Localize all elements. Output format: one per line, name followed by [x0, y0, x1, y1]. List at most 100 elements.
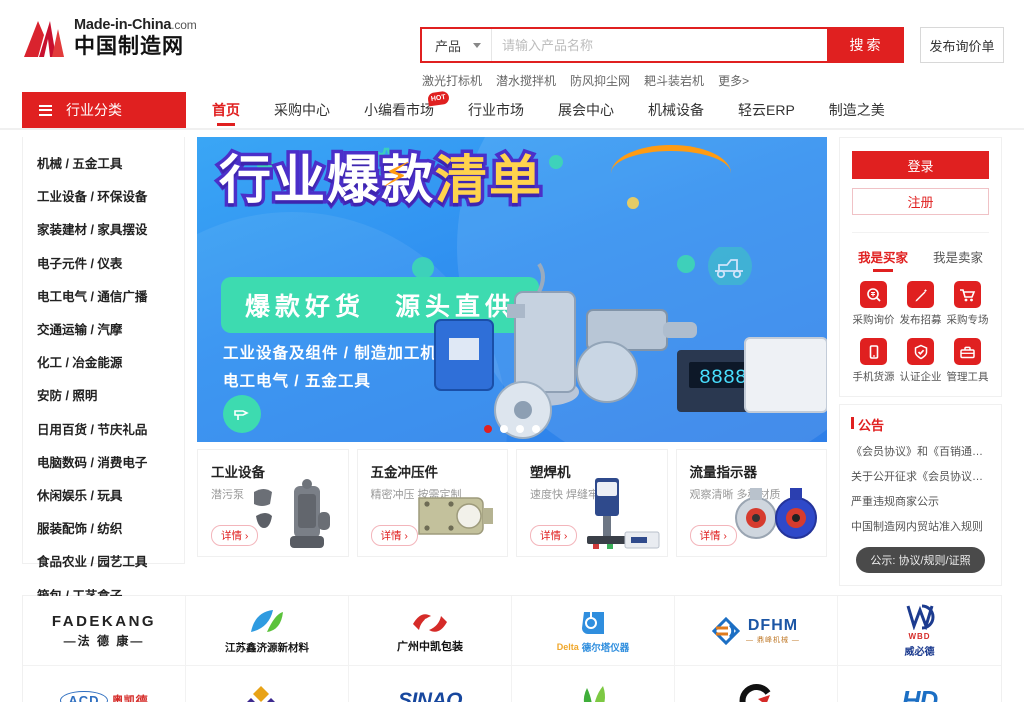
brand-cell-g-mark[interactable] [675, 666, 838, 702]
tile-purchase-zone[interactable]: 采购专场 [946, 281, 989, 327]
nav-item-home[interactable]: 首页 [210, 91, 242, 129]
brand-cell-dfhm[interactable]: DFHM — 鼎峰机械 — [675, 596, 838, 666]
nav-item-label: 展会中心 [558, 102, 614, 118]
chevron-down-icon [473, 42, 482, 48]
sidebar-item-machinery[interactable]: 机械 / 五金工具 [23, 146, 184, 179]
sidebar-item-food-agriculture[interactable]: 食品农业 / 园艺工具 [23, 544, 184, 577]
banner-product-illustration: 8888 [434, 262, 827, 439]
brand-cell-sinao[interactable]: SINAO [349, 666, 512, 702]
sidebar-item-computer-digital[interactable]: 电脑数码 / 消费电子 [23, 445, 184, 478]
main-nav: 行业分类 首页 采购中心 小编看市场 HOT 行业市场 展会中心 机械设备 轻云… [0, 90, 1024, 130]
brand-cell-wbd[interactable]: WBD 威必德 [838, 596, 1001, 666]
hero-banner[interactable]: 行业爆款清单 ⚡ 爆款好货 源头直供 工业设备及组件 / 制造加工机械 / 电工… [197, 137, 827, 442]
search-button[interactable]: 搜索 [829, 27, 904, 63]
brand-cell-green-leaf[interactable] [512, 666, 675, 702]
login-button[interactable]: 登录 [852, 151, 989, 179]
brand-cell-acd[interactable]: ACD 奥凯德 [23, 666, 186, 702]
brand-name-cn: 奥凯德 [111, 694, 148, 702]
brand-mark-g-icon [739, 683, 771, 702]
product-card[interactable]: 工业设备 潜污泵 详情 › [197, 449, 349, 557]
center-column: 行业爆款清单 ⚡ 爆款好货 源头直供 工业设备及组件 / 制造加工机械 / 电工… [197, 137, 827, 586]
site-logo[interactable]: Made-in-China.com 中国制造网 [22, 17, 197, 59]
brand-name-cn: — 鼎峰机械 — [746, 636, 800, 644]
brand-cell-chevron[interactable] [186, 666, 349, 702]
banner-decor-blob [549, 155, 563, 169]
product-card[interactable]: 流量指示器 观察清晰 多种材质 详情 › [675, 449, 827, 557]
product-card[interactable]: 五金冲压件 精密冲压 按需定制 详情 › [356, 449, 508, 557]
announcement-item[interactable]: 中国制造网内贸站准入规则 [851, 518, 990, 534]
brand-name-en: WBD [908, 631, 931, 641]
tile-label: 发布招募 [899, 314, 942, 326]
nav-item-purchase-center[interactable]: 采购中心 [272, 91, 332, 129]
brand-name-en: DFHM [747, 616, 799, 634]
nav-item-machinery[interactable]: 机械设备 [646, 91, 706, 129]
nav-item-editor-market[interactable]: 小编看市场 HOT [362, 90, 450, 129]
carousel-dot[interactable] [500, 425, 508, 433]
tab-buyer[interactable]: 我是买家 [858, 247, 908, 272]
brand-cell-hd[interactable]: HD [838, 666, 1001, 702]
sidebar-item-electrical[interactable]: 电工电气 / 通信广播 [23, 279, 184, 312]
hot-keyword[interactable]: 防风抑尘网 [570, 72, 630, 89]
shield-check-icon [907, 338, 934, 365]
announcement-item[interactable]: 《会员协议》和《百销通会员 [851, 443, 990, 459]
brand-mark-red-icon [413, 613, 447, 632]
nav-item-label: 首页 [212, 102, 240, 118]
brand-mark-blue-icon [582, 611, 604, 634]
nav-item-exhibition-center[interactable]: 展会中心 [556, 91, 616, 129]
nav-item-beauty-of-manufacturing[interactable]: 制造之美 [827, 91, 887, 129]
industry-category-button[interactable]: 行业分类 [22, 92, 186, 128]
brand-cell-delta[interactable]: Delta 德尔塔仪器 [512, 596, 675, 666]
logo-text-cn: 中国制造网 [74, 34, 184, 58]
product-image-pump [253, 479, 330, 548]
sidebar-item-building-materials[interactable]: 家装建材 / 家具摆设 [23, 212, 184, 245]
tile-certified-company[interactable]: 认证企业 [899, 338, 942, 384]
register-button[interactable]: 注册 [852, 188, 989, 215]
brand-mark-green-leaf-icon [583, 685, 605, 702]
sidebar-item-leisure-toys[interactable]: 休闲娱乐 / 玩具 [23, 478, 184, 511]
carousel-dot[interactable] [484, 425, 492, 433]
carousel-dots [484, 425, 540, 433]
sidebar-item-transportation[interactable]: 交通运输 / 汽摩 [23, 312, 184, 345]
sidebar-item-industrial-equipment[interactable]: 工业设备 / 环保设备 [23, 179, 184, 212]
brand-name-cn: 威必德 [904, 646, 935, 658]
sidebar-item-daily-goods[interactable]: 日用百货 / 节庆礼品 [23, 412, 184, 445]
publish-inquiry-button[interactable]: 发布询价单 [920, 27, 1004, 63]
svg-text:8888: 8888 [699, 367, 747, 390]
brand-cell-zhongkai[interactable]: 广州中凯包装 [349, 596, 512, 666]
announcement-item[interactable]: 关于公开征求《会员协议（征 [851, 468, 990, 484]
sidebar-item-chemicals[interactable]: 化工 / 冶金能源 [23, 345, 184, 378]
nav-item-qingyun-erp[interactable]: 轻云ERP [736, 91, 797, 129]
tile-publish-recruit[interactable]: 发布招募 [899, 281, 942, 327]
sidebar-item-security-lighting[interactable]: 安防 / 照明 [23, 378, 184, 411]
carousel-dot[interactable] [516, 425, 524, 433]
hot-keyword[interactable]: 潜水搅拌机 [496, 72, 556, 89]
sidebar-item-apparel-textile[interactable]: 服装配饰 / 纺织 [23, 511, 184, 544]
role-tabs: 我是买家 我是卖家 [852, 232, 989, 272]
tile-mobile-supply[interactable]: 手机货源 [852, 338, 895, 384]
nav-item-label: 采购中心 [274, 102, 330, 118]
tile-management-tool[interactable]: 管理工具 [946, 338, 989, 384]
carousel-dot[interactable] [532, 425, 540, 433]
hot-keyword[interactable]: 耙斗装岩机 [644, 72, 704, 89]
sidebar-item-electronic-components[interactable]: 电子元件 / 仪表 [23, 246, 184, 279]
tile-purchase-inquiry[interactable]: 采购询价 [852, 281, 895, 327]
search-category-select[interactable]: 产品 [422, 29, 493, 61]
brand-cell-xinjiyuan[interactable]: 江苏鑫济源新材料 [186, 596, 349, 666]
hot-keywords-more[interactable]: 更多> [718, 72, 749, 89]
brand-name-cn: —法 德 康— [63, 633, 145, 648]
hot-keywords: 激光打标机 潜水搅拌机 防风抑尘网 耙斗装岩机 更多> [420, 72, 1010, 89]
nav-item-label: 轻云ERP [738, 102, 795, 118]
brand-cell-fadekang[interactable]: FADEKANG —法 德 康— [23, 596, 186, 666]
brand-name-cn: 江苏鑫济源新材料 [225, 642, 309, 654]
nav-item-industry-market[interactable]: 行业市场 [466, 91, 526, 129]
tile-label: 采购询价 [852, 314, 895, 326]
tab-seller[interactable]: 我是卖家 [933, 247, 983, 272]
announcement-item[interactable]: 严重违规商家公示 [851, 493, 990, 509]
banner-subline-2: 电工电气 / 五金工具 [223, 373, 371, 390]
announcement-disclosure-button[interactable]: 公示: 协议/规则/证照 [856, 547, 985, 573]
right-column: 登录 注册 我是买家 我是卖家 采购询价 发布招募 采购专场 手机货源 认证企业… [839, 137, 1002, 586]
search-zone: 产品 搜索 发布询价单 激光打标机 潜水搅拌机 防风抑尘网 耙斗装岩机 更多> [420, 27, 1010, 89]
product-card[interactable]: 塑焊机 速度快 焊缝牢 详情 › [516, 449, 668, 557]
search-input[interactable] [492, 29, 827, 61]
hot-keyword[interactable]: 激光打标机 [422, 72, 482, 89]
